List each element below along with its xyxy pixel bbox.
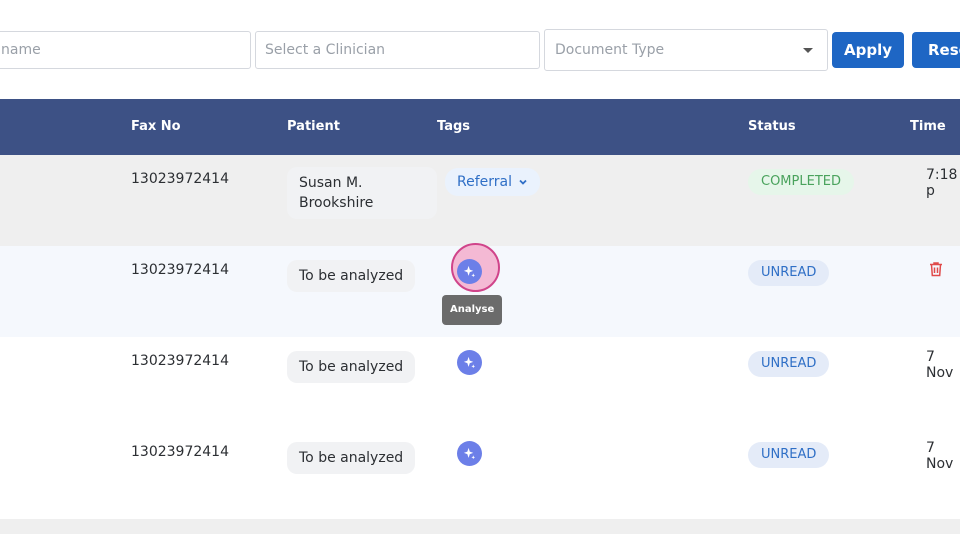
status-badge: UNREAD (748, 351, 830, 377)
table-row[interactable]: 13023972414 To be analyzed UNREAD 7 Nov (0, 337, 960, 429)
table-row[interactable]: 13023972414 Susan M. Brookshire Referral… (0, 155, 960, 247)
fax-number: 13023972414 (131, 171, 229, 187)
status-badge: UNREAD (748, 442, 830, 468)
document-type-select[interactable]: Document Type (544, 29, 828, 71)
header-patient[interactable]: Patient (287, 119, 340, 134)
trash-icon[interactable] (927, 260, 945, 278)
apply-button[interactable]: Apply (832, 32, 904, 68)
chevron-down-icon (519, 179, 527, 185)
header-time[interactable]: Time (910, 119, 946, 134)
fax-number: 13023972414 (131, 353, 229, 369)
clinician-placeholder: Select a Clinician (265, 42, 386, 58)
fax-number: 13023972414 (131, 262, 229, 278)
header-tags[interactable]: Tags (437, 119, 470, 134)
tag-label: Referral (457, 174, 512, 190)
analyse-tooltip: Analyse (442, 295, 503, 325)
time-value: 7:18 p (926, 167, 958, 199)
analyse-sparkle-icon[interactable] (457, 441, 482, 466)
status-badge: UNREAD (748, 260, 830, 286)
tag-dropdown[interactable]: Referral (445, 168, 540, 196)
name-filter-placeholder: name (1, 42, 41, 58)
table-row[interactable]: 13023972414 To be analyzed UNREAD 7 Nov (0, 428, 960, 520)
caret-down-icon (803, 47, 813, 53)
header-status[interactable]: Status (748, 119, 796, 134)
patient-name[interactable]: To be analyzed (287, 351, 416, 383)
document-type-placeholder: Document Type (555, 42, 665, 58)
analyse-sparkle-icon[interactable] (457, 350, 482, 375)
time-value: 7 Nov (926, 349, 954, 381)
fax-number: 13023972414 (131, 444, 229, 460)
name-filter-input[interactable]: name (0, 31, 251, 69)
table-row[interactable] (0, 519, 960, 534)
table-header: Fax No Patient Tags Status Time (0, 99, 960, 155)
status-badge: COMPLETED (748, 169, 854, 195)
clinician-select[interactable]: Select a Clinician (255, 31, 540, 69)
time-value: 7 Nov (926, 440, 954, 472)
analyse-sparkle-icon[interactable] (457, 259, 482, 284)
table-row[interactable]: 13023972414 To be analyzed Analyse UNREA… (0, 243, 960, 338)
patient-name[interactable]: To be analyzed (287, 442, 416, 474)
patient-name[interactable]: To be analyzed (287, 260, 416, 292)
reset-button[interactable]: Rese (912, 32, 960, 68)
header-fax-no[interactable]: Fax No (131, 119, 181, 134)
patient-name[interactable]: Susan M. Brookshire (287, 167, 437, 219)
